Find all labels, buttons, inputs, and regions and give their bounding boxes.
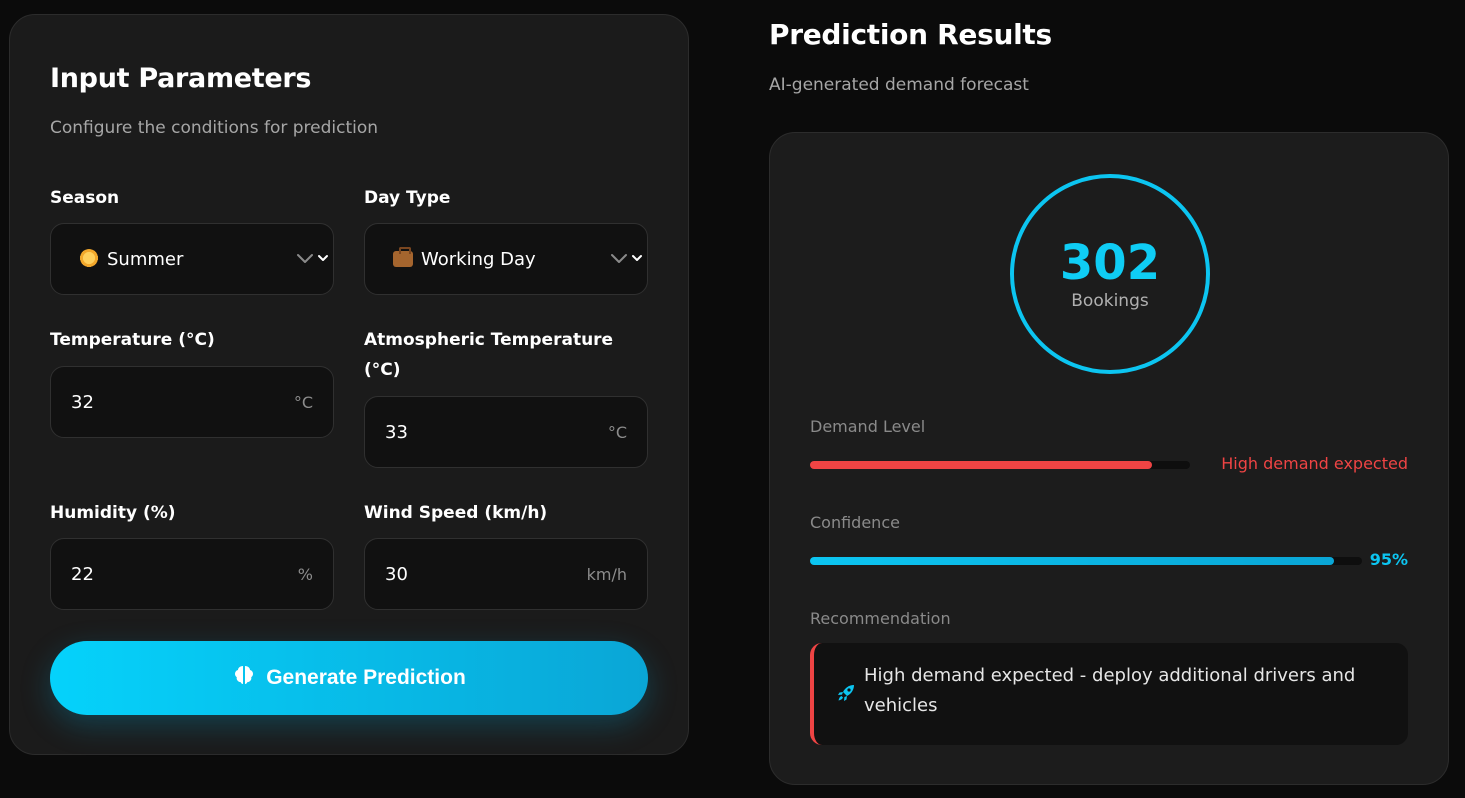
day-type-label: Day Type [364,188,451,208]
confidence-text: 95% [1369,550,1408,569]
recommendation-box: High demand expected - deploy additional… [810,643,1408,745]
humidity-input[interactable]: 22 % [50,538,334,610]
season-label: Season [50,188,120,208]
recommendation-label: Recommendation [810,609,951,628]
input-parameters-panel: Input Parameters Configure the condition… [9,14,689,755]
confidence-bar [810,557,1362,565]
demand-level-bar [810,461,1190,469]
humidity-label: Humidity (%) [50,503,176,523]
wind-speed-value: 30 [385,563,408,585]
generate-prediction-button[interactable]: Generate Prediction [50,641,648,715]
bookings-label: Bookings [1071,291,1149,311]
demand-level-fill [810,461,1152,469]
day-type-select[interactable]: Working Day [364,223,648,295]
recommendation-text: High demand expected - deploy additional… [864,665,1356,716]
wind-speed-unit: km/h [586,564,627,584]
bookings-ring: 302 Bookings [1010,174,1210,374]
season-value: Summer [107,248,184,270]
temperature-value: 32 [71,391,94,413]
temperature-unit: °C [293,392,313,412]
temperature-input[interactable]: 32 °C [50,366,334,438]
day-type-value: Working Day [421,248,536,270]
demand-level-label: Demand Level [810,417,926,436]
panel-subtitle: Configure the conditions for prediction [50,118,379,138]
brain-icon [232,663,256,693]
season-selected: Summer [79,224,183,294]
demand-level-text: High demand expected [1221,454,1408,473]
chevron-down-icon [295,248,329,268]
humidity-unit: % [297,564,313,584]
confidence-fill [810,557,1335,565]
atm-temperature-label: Atmospheric Temperature (°C) [364,330,614,380]
bookings-value: 302 [1059,235,1161,291]
briefcase-emoji-icon [393,247,413,267]
prediction-results-card: 302 Bookings Demand Level High demand ex… [769,132,1449,785]
atm-temperature-unit: °C [607,422,627,442]
results-title: Prediction Results [769,18,1052,51]
results-subtitle: AI-generated demand forecast [769,75,1029,95]
atm-temperature-input[interactable]: 33 °C [364,396,648,468]
chevron-down-icon [609,248,643,268]
humidity-value: 22 [71,563,94,585]
wind-speed-label: Wind Speed (km/h) [364,503,548,523]
temperature-label: Temperature (°C) [50,330,215,350]
confidence-label: Confidence [810,513,900,532]
wind-speed-input[interactable]: 30 km/h [364,538,648,610]
season-select[interactable]: Summer [50,223,334,295]
sun-emoji-icon [79,249,99,269]
rocket-icon [834,681,858,705]
atm-temperature-value: 33 [385,421,408,443]
day-type-selected: Working Day [393,224,536,294]
panel-title: Input Parameters [50,63,312,94]
generate-button-label: Generate Prediction [266,666,466,689]
